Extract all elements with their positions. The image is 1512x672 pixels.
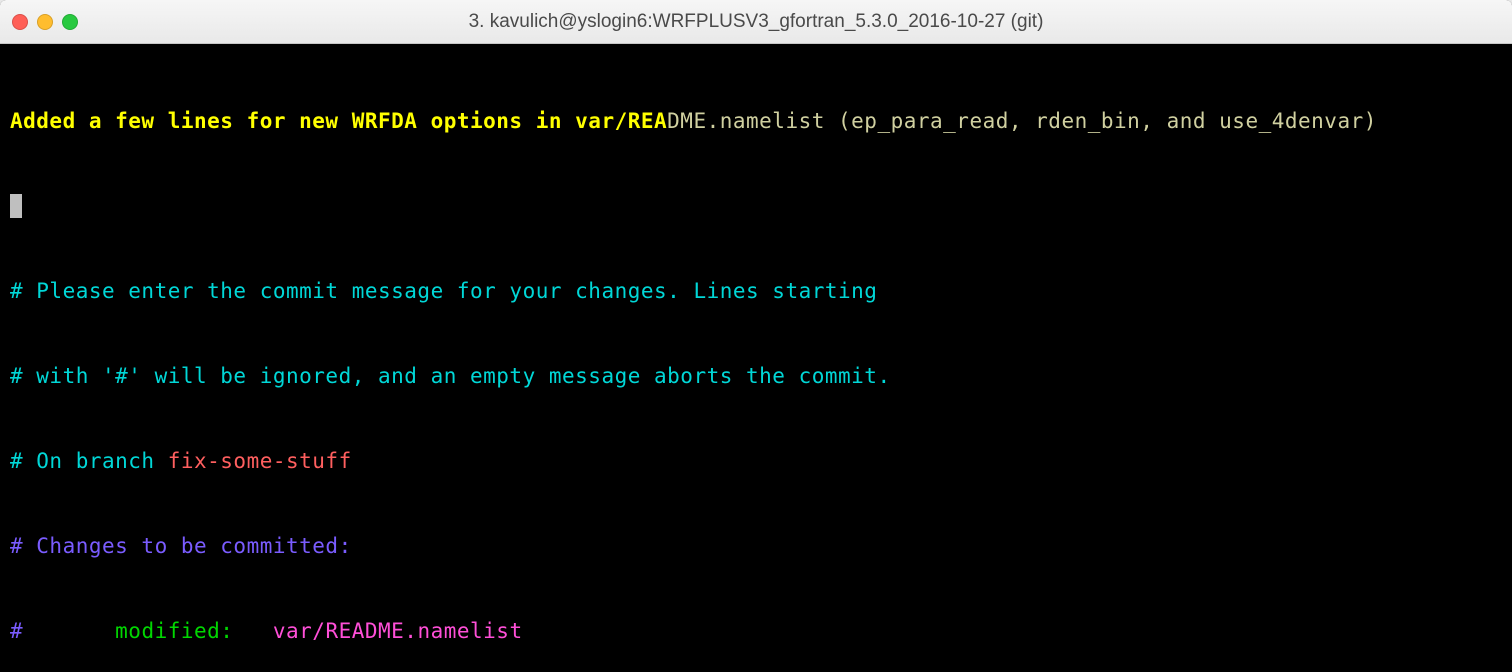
- hint-line-1: # Please enter the commit message for yo…: [10, 277, 1502, 305]
- commit-message-line: Added a few lines for new WRFDA options …: [10, 107, 1502, 135]
- close-button[interactable]: [12, 14, 28, 30]
- modified-file: var/README.namelist: [273, 619, 523, 643]
- commit-message-rest: DME.namelist (ep_para_read, rden_bin, an…: [667, 109, 1377, 133]
- branch-name: fix-some-stuff: [168, 449, 352, 473]
- hash: #: [10, 619, 23, 643]
- branch-prefix: # On branch: [10, 449, 168, 473]
- terminal-window: 3. kavulich@yslogin6:WRFPLUSV3_gfortran_…: [0, 0, 1512, 672]
- terminal-content[interactable]: Added a few lines for new WRFDA options …: [0, 44, 1512, 672]
- window-title: 3. kavulich@yslogin6:WRFPLUSV3_gfortran_…: [469, 11, 1044, 33]
- branch-line: # On branch fix-some-stuff: [10, 447, 1502, 475]
- changes-header: # Changes to be committed:: [10, 532, 1502, 560]
- modified-label: modified:: [23, 619, 273, 643]
- commit-message-highlight: Added a few lines for new WRFDA options …: [10, 109, 667, 133]
- modified-line: # modified: var/README.namelist: [10, 617, 1502, 645]
- cursor-line: [10, 192, 1502, 220]
- cursor-icon: [10, 194, 22, 218]
- traffic-lights: [12, 14, 78, 30]
- title-bar[interactable]: 3. kavulich@yslogin6:WRFPLUSV3_gfortran_…: [0, 0, 1512, 44]
- hint-line-2: # with '#' will be ignored, and an empty…: [10, 362, 1502, 390]
- minimize-button[interactable]: [37, 14, 53, 30]
- maximize-button[interactable]: [62, 14, 78, 30]
